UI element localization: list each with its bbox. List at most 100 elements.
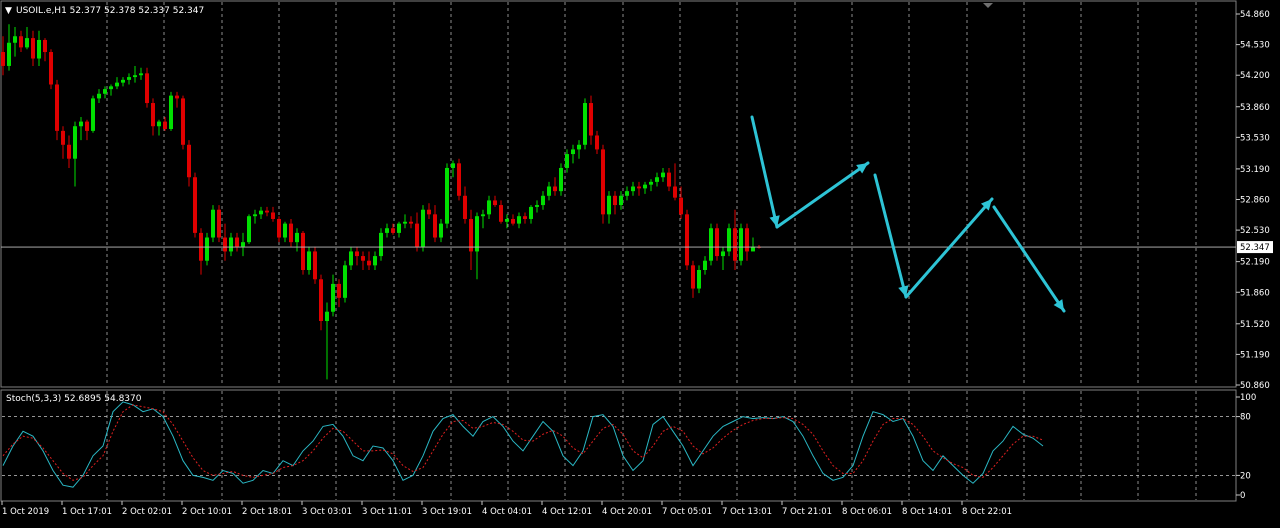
candle-body xyxy=(13,36,17,43)
candle-body xyxy=(79,121,83,127)
candle-body xyxy=(19,36,23,48)
price-tick-label: 53.190 xyxy=(1240,165,1270,175)
candle-body xyxy=(271,212,275,219)
candle-body xyxy=(1,52,5,66)
candle-body xyxy=(259,210,263,215)
stoch-tick-label: 80 xyxy=(1240,413,1251,423)
candle-body xyxy=(163,121,167,130)
price-tick-label: 51.190 xyxy=(1240,350,1270,360)
candle-body xyxy=(511,218,515,224)
candle-body xyxy=(499,205,503,222)
candle-body xyxy=(631,186,635,192)
candle-body xyxy=(613,195,617,206)
candle-body xyxy=(127,77,131,80)
candle-body xyxy=(439,223,443,238)
candle-body xyxy=(157,121,161,127)
candle-body xyxy=(283,223,287,238)
candle-body xyxy=(415,223,419,247)
candle-body xyxy=(565,154,569,168)
candle-body xyxy=(325,311,329,322)
candle-body xyxy=(607,195,611,215)
candle-body xyxy=(649,181,653,185)
time-label: 2 Oct 02:01 xyxy=(122,507,172,517)
candle-body xyxy=(589,103,593,136)
candle-body xyxy=(445,167,449,224)
price-tick-label: 54.860 xyxy=(1240,10,1270,20)
candle-body xyxy=(679,197,683,215)
candle-body xyxy=(457,163,461,196)
candle-body xyxy=(187,144,191,178)
candle-body xyxy=(721,251,725,257)
candle-body xyxy=(541,195,545,206)
candle-body xyxy=(403,221,407,224)
candle-body xyxy=(673,186,677,198)
candle-body xyxy=(265,210,269,213)
candle-body xyxy=(133,75,137,78)
candle-body xyxy=(391,228,395,233)
candle-body xyxy=(421,209,425,247)
stoch-label: Stoch(5,3,3) 52.6895 54.8370 xyxy=(6,394,142,404)
candle-body xyxy=(637,186,641,189)
candle-body xyxy=(103,89,107,94)
candle-body xyxy=(727,228,731,252)
candle-body xyxy=(667,172,671,187)
candle-body xyxy=(145,73,149,104)
candle-body xyxy=(433,214,437,238)
candle-body xyxy=(379,232,383,257)
candle-body xyxy=(301,232,305,270)
candle-body xyxy=(505,218,509,222)
candle-body xyxy=(685,214,689,266)
candle-body xyxy=(67,144,71,159)
menu-marker-icon[interactable]: ▼ xyxy=(5,6,12,16)
candle-body xyxy=(481,214,485,217)
candle-body xyxy=(223,237,227,252)
candle-body xyxy=(277,218,281,238)
candle-body xyxy=(463,195,467,219)
candle-body xyxy=(691,265,695,289)
stoch-tick-label: 20 xyxy=(1240,471,1251,481)
candle-body xyxy=(355,251,359,257)
candle-body xyxy=(553,186,557,192)
time-label: 3 Oct 19:01 xyxy=(422,507,472,517)
candle-body xyxy=(625,191,629,196)
candle-body xyxy=(319,279,323,322)
candle-body xyxy=(313,251,317,280)
candle-body xyxy=(367,260,371,266)
candle-body xyxy=(307,251,311,270)
time-label: 7 Oct 05:01 xyxy=(662,507,712,517)
time-label: 7 Oct 21:01 xyxy=(782,507,832,517)
candle-body xyxy=(427,209,431,215)
candle-body xyxy=(523,216,527,219)
chart-canvas[interactable]: 52.347 1 Oct 2019 1 Oct 17:01 2 Oct 02:01 2… xyxy=(0,0,1280,523)
candle-body xyxy=(547,186,551,196)
stoch-tick-label: 100 xyxy=(1240,393,1256,403)
candle-body xyxy=(619,195,623,206)
time-label: 1 Oct 2019 xyxy=(2,507,49,517)
time-label: 8 Oct 06:01 xyxy=(842,507,892,517)
candle-body xyxy=(697,269,701,289)
candle-body xyxy=(91,98,95,131)
price-tick-label: 53.860 xyxy=(1240,103,1270,113)
candle-body xyxy=(49,52,53,85)
candle-body xyxy=(451,163,455,168)
chart-background xyxy=(0,0,1280,523)
candle-body xyxy=(469,218,473,252)
time-label: 8 Oct 22:01 xyxy=(962,507,1012,517)
candle-body xyxy=(151,103,155,127)
price-tick-label: 52.530 xyxy=(1240,226,1270,236)
candle-body xyxy=(97,93,101,99)
candle-body xyxy=(739,228,743,261)
candle-body xyxy=(409,221,413,224)
candle-body xyxy=(175,95,179,99)
candle-body xyxy=(61,130,65,145)
candle-body xyxy=(85,121,89,131)
price-tick-label: 54.200 xyxy=(1240,71,1270,81)
time-label: 1 Oct 17:01 xyxy=(62,507,112,517)
candle-body xyxy=(211,209,215,238)
candle-body xyxy=(517,216,521,224)
candle-body xyxy=(643,184,647,189)
candle-body xyxy=(205,237,209,261)
candle-body xyxy=(55,84,59,131)
candle-body xyxy=(715,228,719,257)
candle-body xyxy=(193,177,197,233)
